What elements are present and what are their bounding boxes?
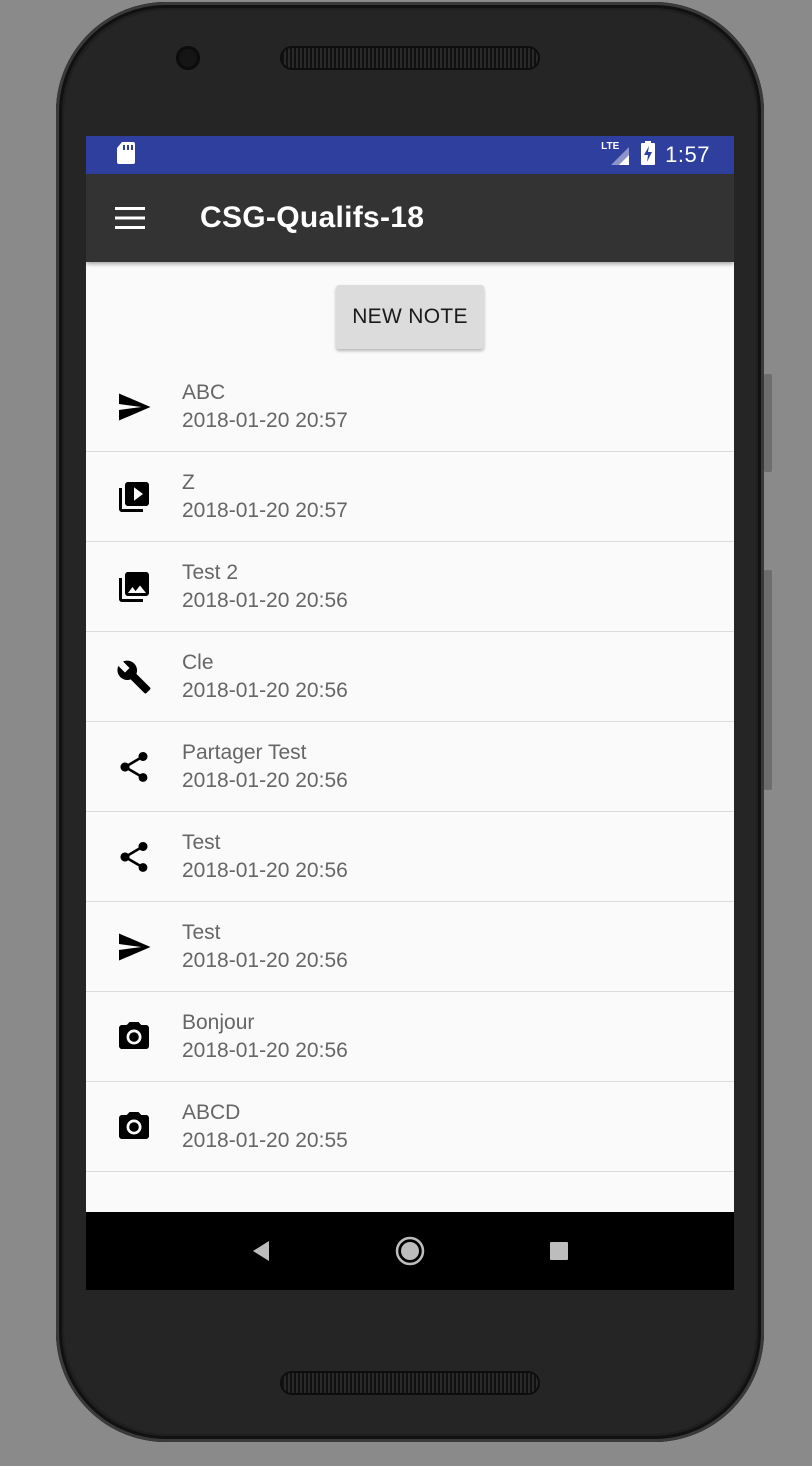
- battery-charging-icon: [641, 140, 656, 170]
- note-item[interactable]: Test 2 2018-01-20 20:56: [86, 542, 734, 632]
- clock: 1:57: [665, 142, 710, 167]
- notes-list: ABC 2018-01-20 20:57 Z 2018-01-20 20:57: [86, 362, 734, 1172]
- lte-signal-icon: LTE: [601, 141, 631, 167]
- camera-icon: [86, 1109, 182, 1145]
- bottom-speaker: [282, 1373, 538, 1393]
- note-text: Test 2 2018-01-20 20:56: [182, 561, 348, 613]
- recents-icon[interactable]: [529, 1221, 589, 1281]
- note-title: Z: [182, 470, 195, 494]
- note-text: Cle 2018-01-20 20:56: [182, 651, 348, 703]
- screen: LTE 1:57 CSG-Qualifs-18 NEW NOTE ABC 201…: [86, 136, 734, 1290]
- status-icons: LTE 1:57: [601, 140, 710, 170]
- note-title: ABC: [182, 380, 226, 404]
- note-title: Cle: [182, 650, 214, 674]
- status-bar: LTE 1:57: [86, 136, 734, 174]
- top-speaker: [282, 48, 538, 68]
- share-icon: [86, 749, 182, 785]
- note-text: Test 2018-01-20 20:56: [182, 921, 348, 973]
- note-title: Test: [182, 920, 221, 944]
- home-icon[interactable]: [380, 1221, 440, 1281]
- note-date: 2018-01-20 20:56: [182, 1038, 348, 1062]
- wrench-icon: [86, 659, 182, 695]
- hamburger-menu-icon[interactable]: [86, 174, 174, 262]
- note-text: Partager Test 2018-01-20 20:56: [182, 741, 348, 793]
- note-title: Test 2: [182, 560, 239, 584]
- power-button: [764, 374, 772, 472]
- app-title: CSG-Qualifs-18: [200, 201, 425, 234]
- note-title: Bonjour: [182, 1010, 255, 1034]
- new-note-container: NEW NOTE: [86, 262, 734, 362]
- note-item[interactable]: Cle 2018-01-20 20:56: [86, 632, 734, 722]
- note-item[interactable]: Bonjour 2018-01-20 20:56: [86, 992, 734, 1082]
- notes-content: NEW NOTE ABC 2018-01-20 20:57 Z 2018-01-…: [86, 262, 734, 1212]
- note-date: 2018-01-20 20:57: [182, 498, 348, 522]
- front-camera: [176, 46, 200, 70]
- send-icon: [86, 389, 182, 425]
- note-item[interactable]: Partager Test 2018-01-20 20:56: [86, 722, 734, 812]
- note-date: 2018-01-20 20:56: [182, 678, 348, 702]
- note-date: 2018-01-20 20:56: [182, 588, 348, 612]
- photo-library-icon: [86, 569, 182, 605]
- send-icon: [86, 929, 182, 965]
- note-text: Test 2018-01-20 20:56: [182, 831, 348, 883]
- back-icon[interactable]: [231, 1221, 291, 1281]
- note-date: 2018-01-20 20:56: [182, 768, 348, 792]
- sd-card-icon: [116, 141, 136, 170]
- note-text: Bonjour 2018-01-20 20:56: [182, 1011, 348, 1063]
- note-title: Partager Test: [182, 740, 307, 764]
- app-toolbar: CSG-Qualifs-18: [86, 174, 734, 262]
- note-title: Test: [182, 830, 221, 854]
- share-icon: [86, 839, 182, 875]
- note-item[interactable]: ABCD 2018-01-20 20:55: [86, 1082, 734, 1172]
- note-text: ABC 2018-01-20 20:57: [182, 381, 348, 433]
- system-nav-bar: [86, 1212, 734, 1290]
- note-item[interactable]: Test 2018-01-20 20:56: [86, 812, 734, 902]
- note-text: Z 2018-01-20 20:57: [182, 471, 348, 523]
- video-library-icon: [86, 479, 182, 515]
- note-item[interactable]: ABC 2018-01-20 20:57: [86, 362, 734, 452]
- note-item[interactable]: Test 2018-01-20 20:56: [86, 902, 734, 992]
- note-date: 2018-01-20 20:57: [182, 408, 348, 432]
- note-title: ABCD: [182, 1100, 241, 1124]
- volume-button: [764, 570, 772, 790]
- note-item[interactable]: Z 2018-01-20 20:57: [86, 452, 734, 542]
- note-date: 2018-01-20 20:55: [182, 1128, 348, 1152]
- new-note-button[interactable]: NEW NOTE: [336, 285, 484, 349]
- note-date: 2018-01-20 20:56: [182, 948, 348, 972]
- camera-icon: [86, 1019, 182, 1055]
- note-date: 2018-01-20 20:56: [182, 858, 348, 882]
- note-text: ABCD 2018-01-20 20:55: [182, 1101, 348, 1153]
